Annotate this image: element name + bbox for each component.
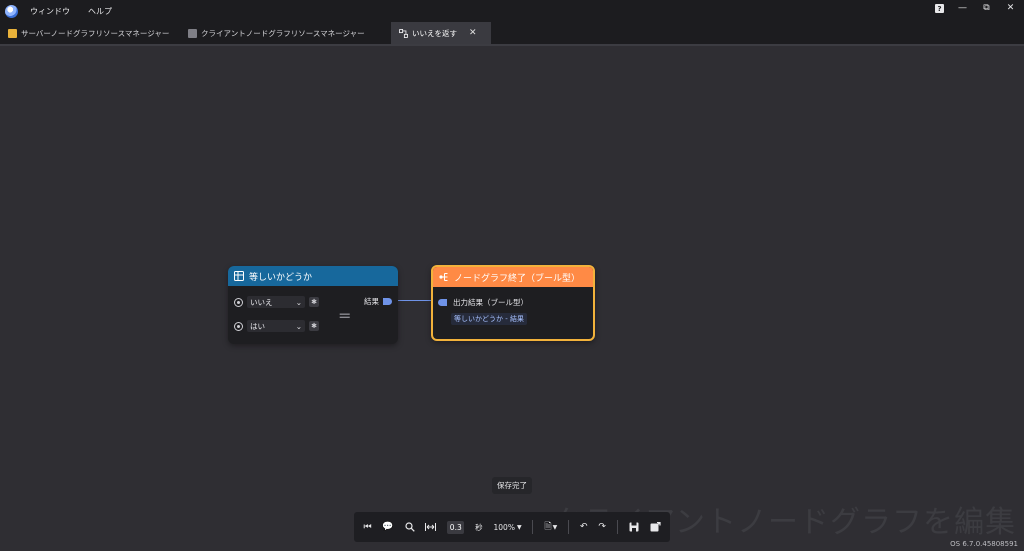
function-node-icon [234,271,244,281]
node-header[interactable]: ノードグラフ終了（ブール型） [433,267,593,287]
app-logo-icon [5,4,18,18]
tab-label: サーバーノードグラフリソースマネージャー [21,28,170,38]
save-toast: 保存完了 [492,477,532,494]
connection-tag: 等しいかどうか - 結果 [451,313,527,325]
tab-server-resource-manager[interactable]: サーバーノードグラフリソースマネージャー [0,22,186,44]
zoom-level: 100% [493,522,515,532]
input-port-icon[interactable] [234,297,243,307]
output-label: 結果 [364,297,379,306]
gear-icon[interactable]: ✱ [309,321,319,331]
node-title: 等しいかどうか [249,272,313,283]
value-dropdown-1[interactable]: いいえ ⌄ [247,296,305,308]
gear-icon[interactable]: ✱ [309,297,319,307]
tab-return-no[interactable]: いいえを返す ✕ [391,22,491,44]
dropdown-value: いいえ [250,297,273,307]
input-row: 出力結果（ブール型） [438,297,528,308]
toolbar-divider [532,520,534,534]
equals-operator-icon: = [338,306,352,325]
restore-icon[interactable]: ⧉ [981,4,992,13]
toolbar-divider [568,520,570,534]
window-controls: ? — ⧉ ✕ [935,4,1016,13]
output-row: 結果 [364,296,392,307]
node-header[interactable]: 等しいかどうか [228,266,398,286]
tab-label: クライアントノードグラフリソースマネージャー [201,28,365,38]
close-window-icon[interactable]: ✕ [1005,4,1016,13]
document-settings-icon: 🗎 [544,522,552,532]
resource-manager-icon [8,28,17,38]
search-icon[interactable] [404,522,415,532]
document-settings-dropdown[interactable]: 🗎 ▼ [544,519,557,535]
comment-icon[interactable]: 💬 [382,522,393,532]
dropdown-value: はい [250,321,265,331]
graph-end-icon [439,273,448,281]
fit-width-icon[interactable] [425,522,437,532]
caret-down-icon: ▼ [552,523,558,531]
close-tab-icon[interactable]: ✕ [469,28,477,38]
chevron-down-icon: ⌄ [295,321,302,331]
graph-end-node[interactable]: ノードグラフ終了（ブール型） 出力結果（ブール型） 等しいかどうか - 結果 [431,265,595,341]
input-label: 出力結果（ブール型） [453,298,528,307]
minimize-icon[interactable]: — [957,4,968,13]
interval-input[interactable]: 0.3 [447,520,465,534]
interval-unit: 秒 [475,522,483,532]
node-title: ノードグラフ終了（ブール型） [454,273,581,284]
version-label: OS 6.7.0.45808591 [950,540,1018,548]
input-port-icon[interactable] [438,299,447,306]
menu-window[interactable]: ウィンドウ [30,6,70,17]
redo-icon[interactable]: ↷ [598,522,606,532]
connection-wire[interactable] [396,300,436,301]
value-dropdown-2[interactable]: はい ⌄ [247,320,305,332]
output-port-icon[interactable] [383,298,392,305]
skip-to-start-icon[interactable]: ⏮ [363,522,371,532]
toolbar-divider [616,520,618,534]
title-bar: ウィンドウ ヘルプ ? — ⧉ ✕ [0,0,1024,22]
zoom-dropdown[interactable]: 100% ▼ [494,523,522,532]
tab-bar: サーバーノードグラフリソースマネージャー クライアントノードグラフリソースマネー… [0,22,1024,46]
input-row-2: はい ⌄ ✱ [234,320,319,332]
bottom-toolbar: ⏮ 💬 0.3 秒 100% ▼ 🗎 ▼ ↶ ↷ [354,512,670,542]
equal-node[interactable]: 等しいかどうか いいえ ⌄ ✱ はい ⌄ ✱ 結果 = [228,266,398,344]
help-icon[interactable]: ? [935,4,944,13]
undo-icon[interactable]: ↶ [580,522,588,532]
chevron-down-icon: ⌄ [295,297,302,307]
resource-manager-icon [188,28,197,38]
caret-down-icon: ▼ [516,523,522,531]
save-icon[interactable] [629,522,639,532]
export-icon[interactable] [650,522,661,532]
input-row-1: いいえ ⌄ ✱ [234,296,319,308]
tab-client-resource-manager[interactable]: クライアントノードグラフリソースマネージャー [180,22,393,44]
menu-help[interactable]: ヘルプ [88,6,112,17]
node-graph-icon [399,28,408,38]
input-port-icon[interactable] [234,321,243,331]
tab-label: いいえを返す [412,28,457,38]
